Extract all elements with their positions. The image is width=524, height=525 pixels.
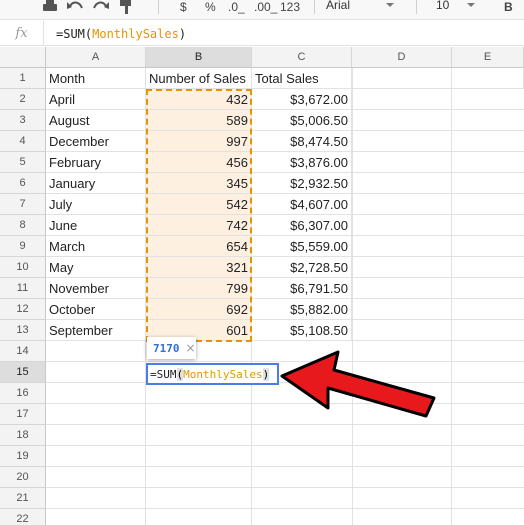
more-formats-button[interactable]: 123 [280,0,300,18]
formula-result-tooltip[interactable]: 7170 × [147,337,196,359]
row-header[interactable]: 2 [0,89,46,110]
row-header[interactable]: 15 [0,362,46,383]
row-header[interactable]: 12 [0,299,46,320]
print-icon[interactable] [42,0,58,18]
row-header[interactable]: 14 [0,341,46,362]
select-all-corner[interactable] [0,47,46,68]
toolbar: $ % .0_ .00_ 123 Arial 10 B [0,0,524,20]
decrease-decimals-button[interactable]: .0_ [228,0,245,18]
row-header[interactable]: 18 [0,425,46,446]
row-header[interactable]: 21 [0,488,46,509]
toolbar-divider [416,0,417,14]
currency-format-button[interactable]: $ [180,0,187,18]
column-header-c[interactable]: C [252,47,352,68]
close-icon[interactable]: × [186,341,196,355]
editor-function: =SUM [150,367,177,381]
row-header[interactable]: 8 [0,215,46,236]
formula-function: =SUM( [56,26,93,41]
formula-close-paren: ) [178,26,187,41]
row-header[interactable]: 20 [0,467,46,488]
formula-bar: fx =SUM(MonthlySales) [0,21,524,46]
row-header[interactable]: 10 [0,257,46,278]
increase-decimals-button[interactable]: .00_ [254,0,277,18]
row-header[interactable]: 5 [0,152,46,173]
undo-icon[interactable] [66,0,84,18]
fx-icon: fx [0,21,44,46]
column-header-e[interactable]: E [452,47,524,68]
formula-input[interactable]: =SUM(MonthlySales) [56,21,186,46]
grid-lines [46,68,524,525]
formula-result-value: 7170 [153,341,180,355]
row-header[interactable]: 19 [0,446,46,467]
row-header[interactable]: 22 [0,509,46,525]
editor-range: MonthlySales [183,367,263,381]
annotation-arrow-icon [280,350,436,418]
row-header[interactable]: 11 [0,278,46,299]
column-header-b[interactable]: B [146,47,252,68]
paint-format-icon[interactable] [118,0,134,18]
toolbar-divider [158,0,159,14]
redo-icon[interactable] [92,0,110,18]
row-header[interactable]: 3 [0,110,46,131]
row-header[interactable]: 7 [0,194,46,215]
row-header[interactable]: 17 [0,404,46,425]
row-header[interactable]: 9 [0,236,46,257]
cell-editor[interactable]: =SUM(MonthlySales) [146,363,279,385]
row-header[interactable]: 16 [0,383,46,404]
font-size-value: 10 [436,0,450,12]
row-header[interactable]: 6 [0,173,46,194]
editor-open-paren: ( [176,367,184,381]
toolbar-divider [314,0,315,14]
dropdown-caret-icon [467,3,476,7]
column-header-d[interactable]: D [352,47,452,68]
font-family-value: Arial [326,0,351,12]
editor-close-paren: ) [262,367,270,381]
percent-format-button[interactable]: % [205,0,216,18]
column-header-a[interactable]: A [46,47,146,68]
bold-button[interactable]: B [504,0,513,18]
row-header[interactable]: 4 [0,131,46,152]
row-header[interactable]: 1 [0,68,46,89]
font-size-dropdown[interactable]: 10 [436,0,486,16]
dropdown-caret-icon [386,3,395,7]
font-family-dropdown[interactable]: Arial [326,0,406,16]
formula-range: MonthlySales [92,26,179,41]
row-header[interactable]: 13 [0,320,46,341]
